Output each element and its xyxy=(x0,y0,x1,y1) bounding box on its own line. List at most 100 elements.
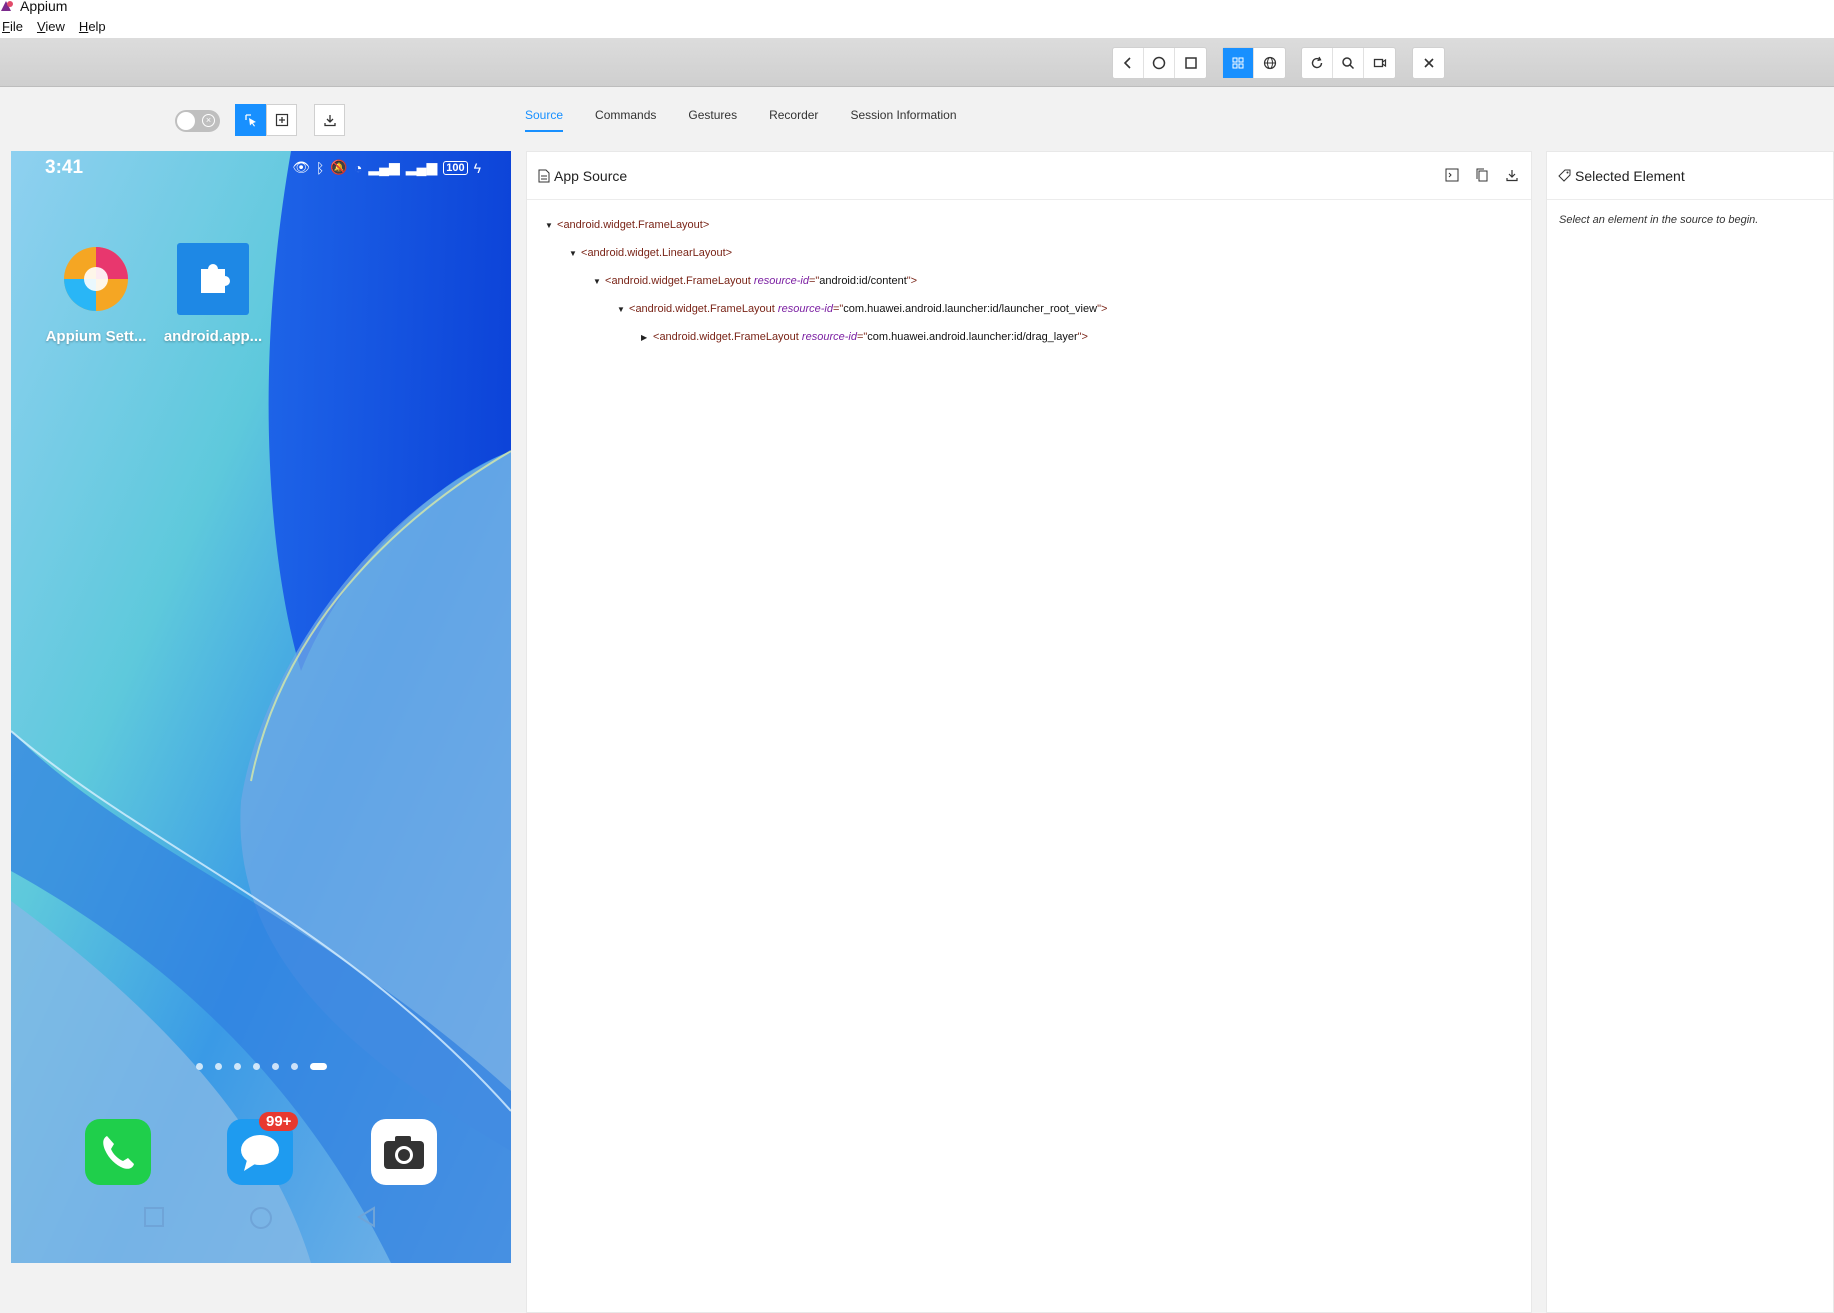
app-source-panel: App Source ▼ <android.widget.FrameLayout>… xyxy=(526,151,1532,1313)
tab-commands[interactable]: Commands xyxy=(595,108,656,132)
app-label: Appium Sett... xyxy=(45,328,147,345)
appium-settings-icon xyxy=(64,247,128,311)
inspector-tabs: Source Commands Gestures Recorder Sessio… xyxy=(525,108,957,132)
recents-nav-icon[interactable] xyxy=(143,1206,165,1228)
menu-bar: File View Help xyxy=(2,19,106,34)
menu-help[interactable]: Help xyxy=(79,19,106,34)
dock-phone-app[interactable] xyxy=(85,1119,151,1185)
back-icon xyxy=(1123,57,1131,69)
device-nav-group xyxy=(1112,47,1207,79)
tab-gestures[interactable]: Gestures xyxy=(688,108,737,132)
bluetooth-icon: ᛒ xyxy=(316,159,325,176)
tree-node[interactable]: ▼ <android.widget.FrameLayout> xyxy=(545,217,709,233)
window-title: Appium xyxy=(20,0,68,14)
record-button[interactable] xyxy=(1364,48,1395,78)
terminal-icon[interactable] xyxy=(1445,168,1459,182)
app-appium-settings[interactable]: Appium Sett... xyxy=(41,243,151,345)
page-dot xyxy=(272,1063,279,1070)
battery-icon: 100 xyxy=(443,160,468,175)
tap-coordinates-button[interactable] xyxy=(266,104,297,136)
mute-icon: 🔕 xyxy=(330,159,348,175)
page-dot xyxy=(291,1063,298,1070)
node-attr-value: android:id/content xyxy=(819,275,907,287)
select-element-button[interactable] xyxy=(235,104,266,136)
download-icon xyxy=(323,115,336,127)
show-element-handles-toggle[interactable]: × xyxy=(175,110,220,132)
native-mode-icon xyxy=(1232,57,1244,69)
close-icon xyxy=(1423,58,1434,68)
selected-element-header: Selected Element xyxy=(1547,152,1833,200)
quit-session-button[interactable] xyxy=(1413,48,1444,78)
toggle-knob xyxy=(177,112,195,130)
node-attr-name: resource-id xyxy=(801,331,857,343)
toggle-off-icon: × xyxy=(202,114,215,127)
device-screenshot[interactable]: 3:41 👁 ᛒ 🔕 ◔ ▂▄▆ ▂▄▆ 100 ϟ Appium Sett..… xyxy=(11,151,511,1263)
app-source-header: App Source xyxy=(527,152,1531,200)
home-icon xyxy=(1152,56,1166,70)
unread-badge: 99+ xyxy=(259,1112,299,1131)
page-dot xyxy=(215,1063,222,1070)
download-icon[interactable] xyxy=(1505,168,1519,182)
page-dot xyxy=(253,1063,260,1070)
home-nav-icon[interactable] xyxy=(249,1206,273,1230)
refresh-button[interactable] xyxy=(1302,48,1333,78)
download-screenshot-button[interactable] xyxy=(314,104,345,136)
wifi-icon: ◔ xyxy=(353,159,363,176)
node-attr-value: com.huawei.android.launcher:id/drag_laye… xyxy=(867,331,1078,343)
page-dot xyxy=(196,1063,203,1070)
quit-group xyxy=(1412,47,1445,79)
app-source-actions xyxy=(1445,168,1519,182)
signal-icon: ▂▄▆ xyxy=(368,159,400,175)
session-actions-group xyxy=(1301,47,1396,79)
app-label: android.app... xyxy=(163,328,263,345)
home-button[interactable] xyxy=(1144,48,1175,78)
tree-node[interactable]: ▶ <android.widget.FrameLayout resource-id… xyxy=(641,329,1088,345)
node-tag: android.widget.FrameLayout xyxy=(659,331,799,343)
expanded-caret-icon[interactable]: ▼ xyxy=(593,274,605,290)
app-source-title: App Source xyxy=(554,167,628,184)
expanded-caret-icon[interactable]: ▼ xyxy=(545,218,557,234)
node-attr-name: resource-id xyxy=(753,275,809,287)
tree-node[interactable]: ▼ <android.widget.FrameLayout resource-id… xyxy=(617,301,1107,317)
charging-icon: ϟ xyxy=(473,159,481,176)
page-dot xyxy=(234,1063,241,1070)
node-attr-value: com.huawei.android.launcher:id/launcher_… xyxy=(843,303,1098,315)
app-switch-button[interactable] xyxy=(1175,48,1206,78)
page-dot-active xyxy=(310,1063,327,1070)
expanded-caret-icon[interactable]: ▼ xyxy=(569,246,581,262)
tab-recorder[interactable]: Recorder xyxy=(769,108,818,132)
app-android-app[interactable]: android.app... xyxy=(158,243,268,345)
tab-session-information[interactable]: Session Information xyxy=(850,108,956,132)
page-indicator xyxy=(196,1063,327,1070)
web-mode-icon xyxy=(1263,56,1276,70)
dock-camera-app[interactable] xyxy=(371,1119,437,1185)
tab-source[interactable]: Source xyxy=(525,108,564,132)
puzzle-icon xyxy=(177,243,249,315)
menu-file[interactable]: File xyxy=(2,19,23,34)
collapsed-caret-icon[interactable]: ▶ xyxy=(641,330,653,346)
web-mode-button[interactable] xyxy=(1254,48,1285,78)
node-attr-name: resource-id xyxy=(777,303,833,315)
file-icon xyxy=(538,169,550,182)
node-tag: android.widget.FrameLayout xyxy=(563,219,703,231)
tree-node[interactable]: ▼ <android.widget.LinearLayout> xyxy=(569,245,732,261)
tree-node[interactable]: ▼ <android.widget.FrameLayout resource-id… xyxy=(593,273,917,289)
back-nav-icon[interactable] xyxy=(356,1206,378,1228)
node-tag: android.widget.LinearLayout xyxy=(587,247,726,259)
search-button[interactable] xyxy=(1333,48,1364,78)
status-icons: 👁 ᛒ 🔕 ◔ ▂▄▆ ▂▄▆ 100 ϟ xyxy=(292,159,481,176)
session-toolbar xyxy=(0,38,1834,87)
node-tag: android.widget.FrameLayout xyxy=(635,303,775,315)
phone-icon xyxy=(103,1136,134,1169)
app-switch-icon xyxy=(1184,57,1197,69)
menu-view[interactable]: View xyxy=(37,19,65,34)
tap-coordinates-icon xyxy=(275,113,288,127)
back-button[interactable] xyxy=(1113,48,1144,78)
native-mode-button[interactable] xyxy=(1223,48,1254,78)
signal-icon: ▂▄▆ xyxy=(405,159,438,175)
record-icon xyxy=(1373,58,1386,68)
expanded-caret-icon[interactable]: ▼ xyxy=(617,302,629,318)
selected-element-title: Selected Element xyxy=(1575,167,1685,184)
selected-element-panel: Selected Element Select an element in th… xyxy=(1546,151,1834,1313)
copy-icon[interactable] xyxy=(1475,168,1489,182)
